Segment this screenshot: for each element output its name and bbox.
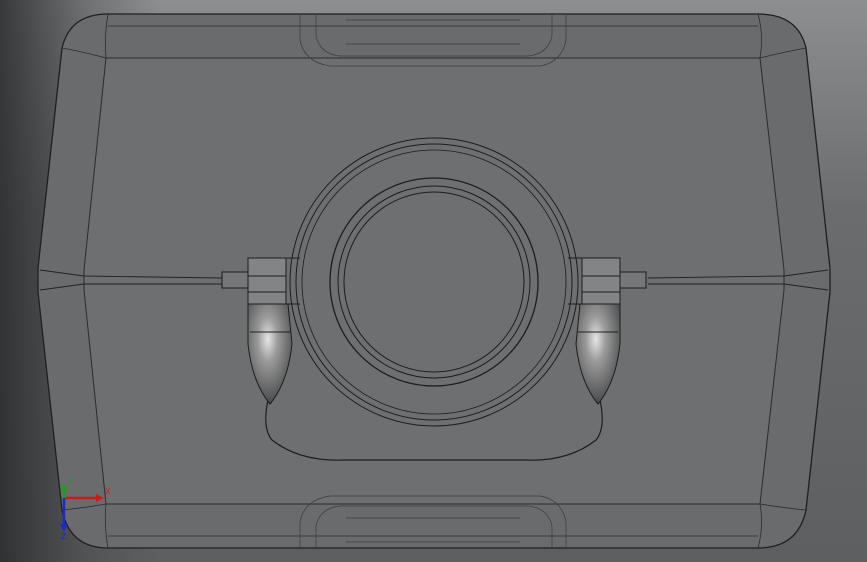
model-top-view[interactable] [0,0,867,562]
y-axis-label: Y [68,477,73,486]
x-axis-label: X [105,487,111,496]
axis-triad: X Y Z [52,478,112,544]
x-axis-head [96,494,104,502]
y-axis-head [60,484,68,490]
z-axis-label: Z [61,532,67,541]
top-face-edge [83,57,785,505]
graphics-viewport[interactable]: X Y Z [0,0,867,562]
z-axis-head [60,524,68,532]
